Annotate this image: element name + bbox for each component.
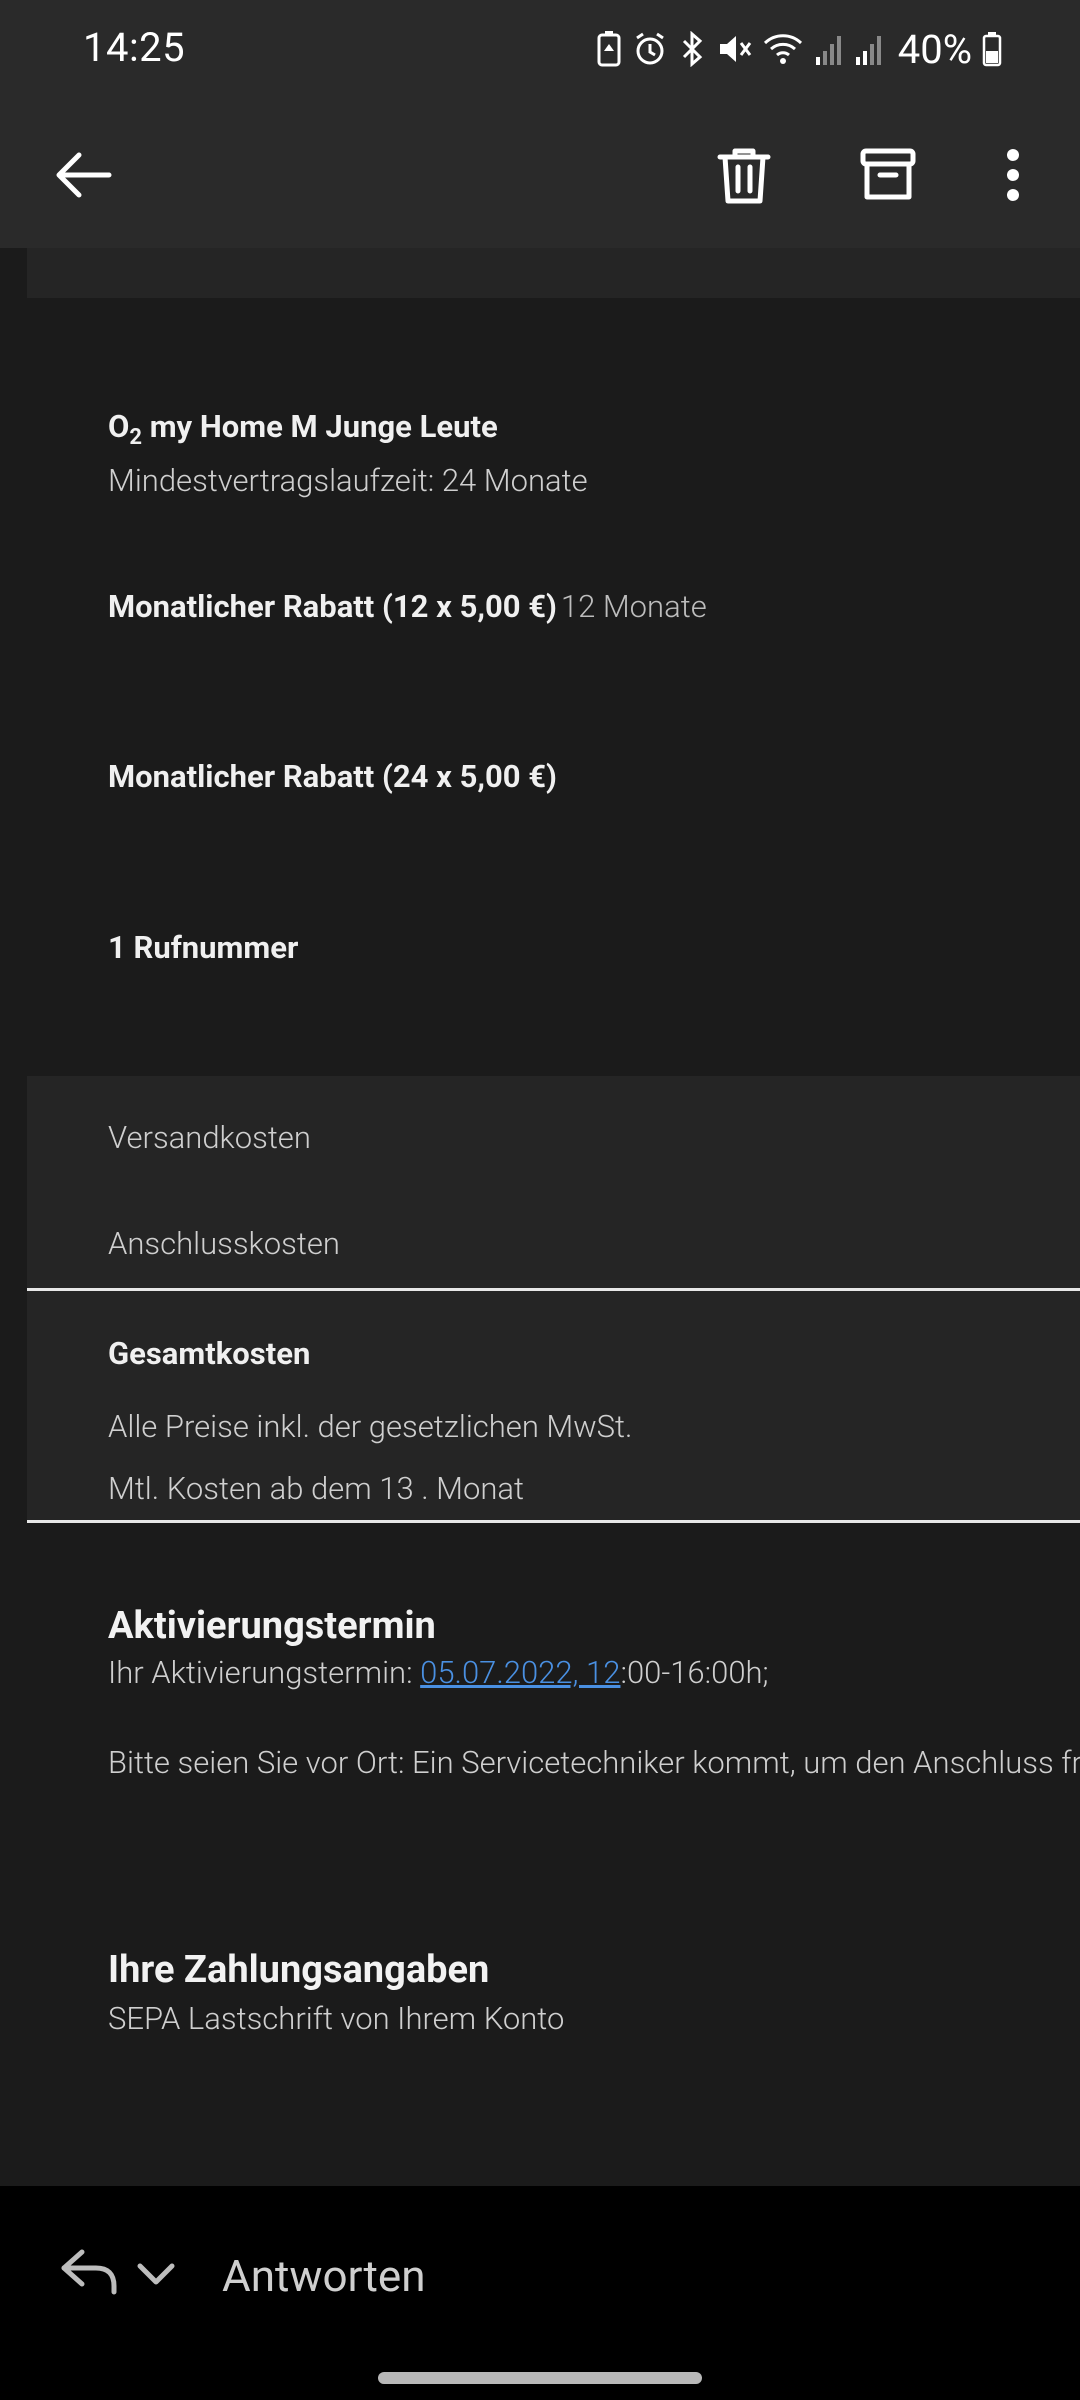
reply-bar: Antworten	[0, 2186, 1080, 2400]
battery-icon	[982, 32, 1002, 67]
app-bar	[0, 100, 1080, 248]
reply-label[interactable]: Antworten	[222, 2250, 426, 2302]
status-icons: 40%	[596, 24, 1002, 74]
chevron-down-icon	[137, 2263, 175, 2285]
wifi-icon	[763, 34, 802, 64]
reply-icon	[61, 2249, 117, 2295]
top-gray-band	[27, 248, 1080, 298]
archive-icon	[860, 148, 916, 200]
signal-icon-2	[855, 36, 881, 65]
back-button[interactable]	[38, 130, 128, 220]
trash-icon	[717, 148, 771, 204]
mute-icon	[719, 36, 751, 62]
discount-1-duration: 12 Monate	[560, 588, 707, 625]
shipping-costs-label: Versandkosten	[108, 1119, 311, 1156]
alarm-icon	[635, 32, 664, 65]
monthly-costs-note: Mtl. Kosten ab dem 13 . Monat	[108, 1470, 525, 1507]
technician-note: Bitte seien Sie vor Ort: Ein Servicetech…	[108, 1744, 1080, 1781]
archive-button[interactable]	[843, 130, 933, 220]
brand-o: O	[108, 408, 130, 445]
more-options-button[interactable]	[968, 130, 1058, 220]
activation-date-line: Ihr Aktivierungstermin: 05.07.2022, 12:0…	[108, 1654, 769, 1691]
total-costs-label: Gesamtkosten	[108, 1335, 311, 1372]
bluetooth-icon	[682, 31, 702, 67]
contract-term: Mindestvertragslaufzeit: 24 Monate	[108, 462, 588, 499]
connection-costs-label: Anschlusskosten	[108, 1225, 340, 1262]
delete-button[interactable]	[699, 130, 789, 220]
activation-suffix: :00-16:00h;	[620, 1654, 769, 1691]
cost-divider-top	[27, 1288, 1080, 1291]
status-time: 14:25	[83, 24, 186, 71]
brand-subscript: 2	[129, 425, 142, 451]
plan-name: my Home M Junge Leute	[142, 408, 498, 445]
reply-options-toggle[interactable]	[136, 2258, 176, 2288]
battery-saver-icon	[597, 31, 621, 67]
discount-2-label: Monatlicher Rabatt (24 x 5,00 €)	[108, 758, 557, 795]
battery-percent: 40%	[897, 25, 972, 73]
vat-note: Alle Preise inkl. der gesetzlichen MwSt.	[108, 1408, 633, 1445]
reply-button[interactable]	[60, 2246, 118, 2296]
back-arrow-icon	[56, 152, 112, 198]
gesture-nav-bar[interactable]	[378, 2372, 702, 2384]
more-vert-icon	[1007, 149, 1019, 201]
plan-title: O2 my Home M Junge Leute	[108, 408, 498, 450]
email-body: O2 my Home M Junge Leute Mindestvertrags…	[0, 248, 1080, 2186]
cost-divider-bottom	[27, 1520, 1080, 1523]
activation-heading: Aktivierungstermin	[108, 1604, 436, 1648]
payment-method: SEPA Lastschrift von Ihrem Konto	[108, 2000, 565, 2037]
payment-heading: Ihre Zahlungsangaben	[108, 1948, 490, 1992]
signal-icon-1	[815, 36, 841, 65]
discount-row-1: Monatlicher Rabatt (12 x 5,00 €) 12 Mona…	[108, 588, 707, 625]
phone-numbers-label: 1 Rufnummer	[108, 929, 299, 966]
activation-date-link[interactable]: 05.07.2022, 12	[420, 1654, 620, 1691]
activation-prefix: Ihr Aktivierungstermin:	[108, 1654, 421, 1691]
discount-1-label: Monatlicher Rabatt (12 x 5,00 €)	[108, 588, 557, 625]
status-bar: 14:25 40%	[0, 0, 1080, 100]
